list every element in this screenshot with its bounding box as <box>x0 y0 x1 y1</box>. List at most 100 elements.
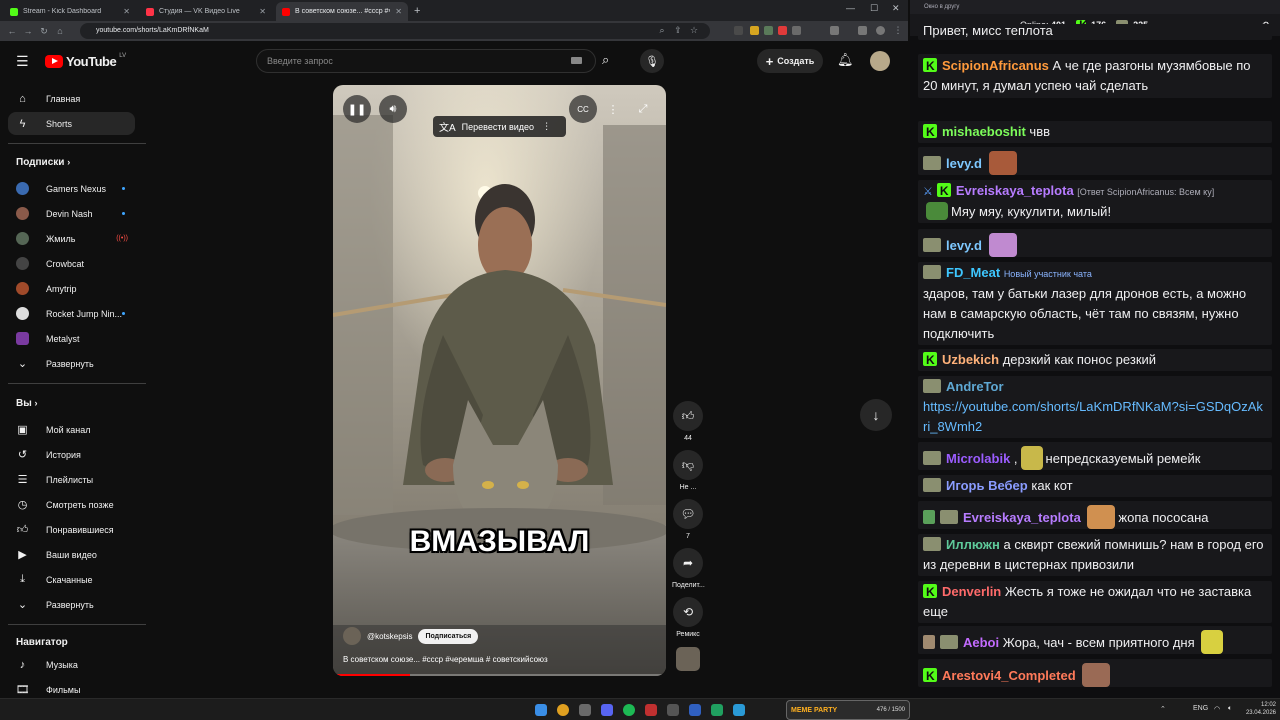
account-avatar[interactable] <box>870 51 890 71</box>
obs-icon[interactable] <box>667 704 679 716</box>
maximize-button[interactable]: ☐ <box>870 3 878 14</box>
tab-close-icon[interactable]: ✕ <box>259 7 266 16</box>
guide-expand-you[interactable]: ⌄ Развернуть <box>8 593 135 616</box>
volume-icon[interactable]: 🔊︎ <box>379 95 407 123</box>
clock[interactable]: 12:02 23.04.2026 <box>1240 701 1276 717</box>
guide-item-my-channel[interactable]: ▣ Мой канал <box>8 418 135 441</box>
captions-cc-icon[interactable]: CC <box>569 95 597 123</box>
guide-item-downloads[interactable]: ⤓ Скачанные <box>8 568 135 591</box>
forward-icon[interactable]: → <box>20 26 36 36</box>
progress-bar[interactable] <box>333 674 666 676</box>
tab-vk-studio[interactable]: Студия — VK Видео Live ✕ <box>140 2 272 21</box>
windows-start-icon[interactable] <box>535 704 547 716</box>
subscriptions-heading[interactable]: Подписки › <box>16 157 70 168</box>
chat-username[interactable]: Denverlin <box>942 584 1001 599</box>
like-action[interactable]: 👍︎ 44 <box>672 401 704 442</box>
language-indicator[interactable]: ENG <box>1193 705 1208 712</box>
guide-item-playlists[interactable]: ☰ Плейлисты <box>8 468 135 491</box>
spotify-icon[interactable] <box>623 704 635 716</box>
guide-item-your-videos[interactable]: ▶ Ваши видео <box>8 543 135 566</box>
chat-username[interactable]: Evreiskaya_teplota <box>963 510 1081 525</box>
notifications-bell-icon[interactable]: 🔔︎ <box>837 52 854 68</box>
chat-username[interactable]: FD_Meat <box>946 265 1000 280</box>
guide-item-liked[interactable]: 👍︎ Понравившиеся <box>8 518 135 541</box>
subscription-item[interactable]: Жмиль ((•)) <box>8 227 135 250</box>
new-tab-button[interactable]: + <box>414 2 420 21</box>
translate-video-button[interactable]: 文A Перевести видео ⋮ <box>433 116 566 137</box>
subscribe-button[interactable]: Подписаться <box>418 628 479 644</box>
back-icon[interactable]: ← <box>4 26 20 36</box>
subscription-item[interactable]: Devin Nash <box>8 202 135 225</box>
channel-avatar[interactable] <box>343 627 361 645</box>
chat-username[interactable]: Evreiskaya_teplota <box>956 183 1074 198</box>
share-page-icon[interactable]: ⇪ <box>670 25 686 36</box>
subscription-item[interactable]: Crowbcat <box>8 252 135 275</box>
wifi-icon[interactable]: ◠ <box>1214 705 1220 713</box>
meme-party-widget[interactable]: MEME PARTY 476 / 1500 <box>786 700 910 720</box>
reload-icon[interactable]: ↻ <box>36 26 52 37</box>
extension-icon[interactable] <box>778 26 787 35</box>
guide-item-shorts[interactable]: ϟ Shorts <box>8 112 135 135</box>
close-window-button[interactable]: ✕ <box>892 3 900 14</box>
share-icon[interactable]: ➦ <box>673 548 703 578</box>
chat-username[interactable]: Uzbekich <box>942 352 999 367</box>
more-options-icon[interactable]: ⋮ <box>599 95 627 123</box>
guide-item-films[interactable]: 🎞︎ Фильмы <box>8 678 135 698</box>
zoom-icon[interactable]: ⌕ <box>654 25 670 36</box>
sidebar-icon[interactable] <box>858 26 867 35</box>
discord-icon[interactable] <box>601 704 613 716</box>
pause-icon[interactable]: ❚❚ <box>343 95 371 123</box>
dislike-icon[interactable]: 👎︎ <box>673 450 703 480</box>
tray-chevron-icon[interactable]: ⌃ <box>1160 705 1166 713</box>
subscription-item[interactable]: Gamers Nexus <box>8 177 135 200</box>
remix-icon[interactable]: ⟲ <box>673 597 703 627</box>
subscription-item[interactable]: Rocket Jump Nin... <box>8 302 135 325</box>
app-icon[interactable] <box>645 704 657 716</box>
chat-username[interactable]: Microlabik <box>946 451 1010 466</box>
tab-youtube-short[interactable]: В советском союзе... #ссср #черемша ✕ <box>276 2 408 21</box>
extension-icon[interactable] <box>734 26 743 35</box>
next-video-arrow-down-icon[interactable]: ↓ <box>860 399 892 431</box>
search-input[interactable]: Введите запрос <box>256 49 596 73</box>
chat-username[interactable]: Arestovi4_Completed <box>942 668 1076 683</box>
subscription-item[interactable]: Amytrip <box>8 277 135 300</box>
share-action[interactable]: ➦ Поделит... <box>672 548 705 589</box>
tab-kick-dashboard[interactable]: Stream - Kick Dashboard ✕ <box>4 2 136 21</box>
extension-icon[interactable] <box>792 26 801 35</box>
chat-username[interactable]: AndreTor <box>946 379 1004 394</box>
you-heading[interactable]: Вы › <box>16 398 38 409</box>
guide-item-watch-later[interactable]: ◷ Смотреть позже <box>8 493 135 516</box>
chat-username[interactable]: Игорь Вебер <box>946 478 1028 493</box>
speaker-icon[interactable]: 🔈︎ <box>1228 705 1232 713</box>
subscription-item[interactable]: Metalyst <box>8 327 135 350</box>
create-button[interactable]: + Создать <box>757 49 823 73</box>
fullscreen-icon[interactable]: ⤢ <box>629 95 657 123</box>
extension-icon[interactable] <box>750 26 759 35</box>
extension-icon[interactable] <box>764 26 773 35</box>
app-icon[interactable] <box>579 704 591 716</box>
chat-username[interactable]: Иллюжн <box>946 537 1000 552</box>
more-options-icon[interactable]: ⋮ <box>542 121 551 132</box>
guide-item-history[interactable]: ↺ История <box>8 443 135 466</box>
remix-action[interactable]: ⟲ Ремикс <box>672 597 704 638</box>
chat-username[interactable]: Aeboi <box>963 635 999 650</box>
message-link[interactable]: https://youtube.com/shorts/LaKmDRfNKaM?s… <box>923 399 1263 434</box>
telegram-icon[interactable] <box>733 704 745 716</box>
app-icon[interactable] <box>689 704 701 716</box>
bookmark-star-icon[interactable]: ☆ <box>686 25 702 36</box>
sound-thumbnail[interactable] <box>676 647 700 671</box>
url-field[interactable]: youtube.com/shorts/LaKmDRfNKaM <box>80 23 710 39</box>
chat-username[interactable]: levy.d <box>946 156 982 171</box>
comment-icon[interactable]: 💬︎ <box>673 499 703 529</box>
tab-close-icon[interactable]: ✕ <box>123 7 130 16</box>
minimize-button[interactable]: — <box>846 3 855 13</box>
channel-handle[interactable]: @kotskepsis <box>367 632 412 641</box>
chat-username[interactable]: mishaeboshit <box>942 124 1026 139</box>
chat-username[interactable]: ScipionAfricanus <box>942 58 1049 73</box>
home-icon[interactable]: ⌂ <box>52 26 68 36</box>
keyboard-icon[interactable] <box>571 57 582 64</box>
download-icon[interactable] <box>830 26 839 35</box>
video-title[interactable]: В советском союзе... #ссср #черемша # со… <box>343 655 548 664</box>
profile-icon[interactable] <box>876 26 885 35</box>
tab-close-icon[interactable]: ✕ <box>395 7 402 16</box>
